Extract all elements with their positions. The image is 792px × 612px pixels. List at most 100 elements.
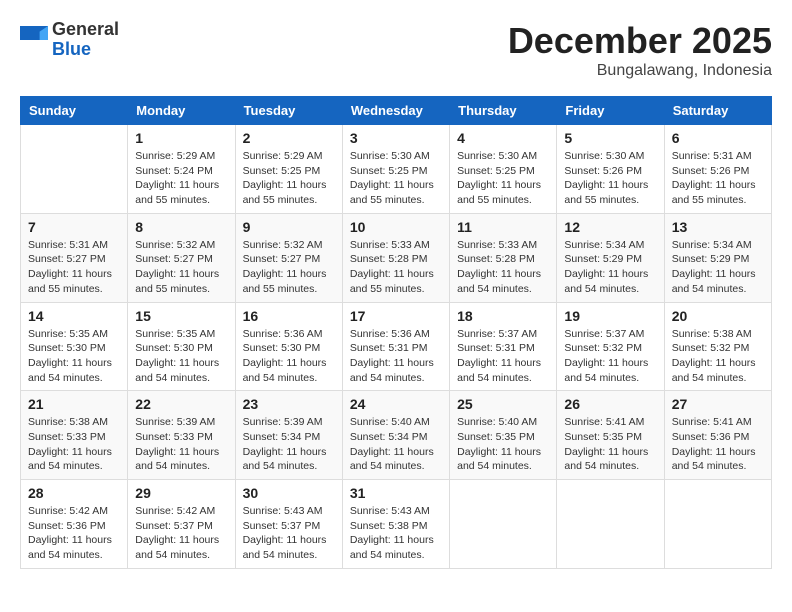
- day-info: Sunrise: 5:42 AM Sunset: 5:37 PM Dayligh…: [135, 504, 227, 563]
- day-number: 9: [243, 219, 335, 235]
- weekday-header: Tuesday: [235, 97, 342, 125]
- day-info: Sunrise: 5:43 AM Sunset: 5:37 PM Dayligh…: [243, 504, 335, 563]
- day-info: Sunrise: 5:37 AM Sunset: 5:31 PM Dayligh…: [457, 327, 549, 386]
- day-info: Sunrise: 5:42 AM Sunset: 5:36 PM Dayligh…: [28, 504, 120, 563]
- calendar-day-cell: [557, 480, 664, 569]
- day-info: Sunrise: 5:40 AM Sunset: 5:34 PM Dayligh…: [350, 415, 442, 474]
- weekday-header: Saturday: [664, 97, 771, 125]
- calendar-day-cell: 10 Sunrise: 5:33 AM Sunset: 5:28 PM Dayli…: [342, 213, 449, 302]
- day-number: 26: [564, 396, 656, 412]
- day-number: 14: [28, 308, 120, 324]
- calendar-day-cell: 2 Sunrise: 5:29 AM Sunset: 5:25 PM Daylig…: [235, 125, 342, 214]
- day-info: Sunrise: 5:41 AM Sunset: 5:36 PM Dayligh…: [672, 415, 764, 474]
- calendar-day-cell: 19Sunrise: 5:37 AM Sunset: 5:32 PM Dayli…: [557, 302, 664, 391]
- calendar-day-cell: [450, 480, 557, 569]
- calendar-day-cell: 23 Sunrise: 5:39 AM Sunset: 5:34 PM Dayli…: [235, 391, 342, 480]
- day-info: Sunrise: 5:38 AM Sunset: 5:33 PM Dayligh…: [28, 415, 120, 474]
- logo-blue-text: Blue: [52, 40, 119, 60]
- calendar-day-cell: 29 Sunrise: 5:42 AM Sunset: 5:37 PM Dayli…: [128, 480, 235, 569]
- day-number: 28: [28, 485, 120, 501]
- day-number: 31: [350, 485, 442, 501]
- day-info: Sunrise: 5:40 AM Sunset: 5:35 PM Dayligh…: [457, 415, 549, 474]
- logo-text: General Blue: [52, 20, 119, 60]
- day-number: 12: [564, 219, 656, 235]
- day-info: Sunrise: 5:35 AM Sunset: 5:30 PM Dayligh…: [28, 327, 120, 386]
- calendar-day-cell: [21, 125, 128, 214]
- calendar-day-cell: 6 Sunrise: 5:31 AM Sunset: 5:26 PM Daylig…: [664, 125, 771, 214]
- day-number: 20: [672, 308, 764, 324]
- day-number: 10: [350, 219, 442, 235]
- day-number: 23: [243, 396, 335, 412]
- day-info: Sunrise: 5:30 AM Sunset: 5:26 PM Dayligh…: [564, 149, 656, 208]
- calendar-day-cell: 7 Sunrise: 5:31 AM Sunset: 5:27 PM Daylig…: [21, 213, 128, 302]
- day-number: 2: [243, 130, 335, 146]
- calendar-header-row: SundayMondayTuesdayWednesdayThursdayFrid…: [21, 97, 772, 125]
- day-number: 7: [28, 219, 120, 235]
- day-info: Sunrise: 5:30 AM Sunset: 5:25 PM Dayligh…: [350, 149, 442, 208]
- day-number: 4: [457, 130, 549, 146]
- title-block: December 2025 Bungalawang, Indonesia: [508, 20, 772, 80]
- calendar-day-cell: 26 Sunrise: 5:41 AM Sunset: 5:35 PM Dayli…: [557, 391, 664, 480]
- calendar-week-row: 7 Sunrise: 5:31 AM Sunset: 5:27 PM Daylig…: [21, 213, 772, 302]
- weekday-header: Sunday: [21, 97, 128, 125]
- calendar-day-cell: 17Sunrise: 5:36 AM Sunset: 5:31 PM Dayli…: [342, 302, 449, 391]
- day-number: 3: [350, 130, 442, 146]
- day-info: Sunrise: 5:36 AM Sunset: 5:30 PM Dayligh…: [243, 327, 335, 386]
- location-subtitle: Bungalawang, Indonesia: [508, 62, 772, 80]
- day-info: Sunrise: 5:39 AM Sunset: 5:34 PM Dayligh…: [243, 415, 335, 474]
- day-number: 1: [135, 130, 227, 146]
- calendar-day-cell: 11 Sunrise: 5:33 AM Sunset: 5:28 PM Dayli…: [450, 213, 557, 302]
- calendar-day-cell: 24 Sunrise: 5:40 AM Sunset: 5:34 PM Dayli…: [342, 391, 449, 480]
- day-number: 24: [350, 396, 442, 412]
- logo: General Blue: [20, 20, 119, 60]
- day-info: Sunrise: 5:34 AM Sunset: 5:29 PM Dayligh…: [672, 238, 764, 297]
- calendar-day-cell: 22Sunrise: 5:39 AM Sunset: 5:33 PM Dayli…: [128, 391, 235, 480]
- day-info: Sunrise: 5:37 AM Sunset: 5:32 PM Dayligh…: [564, 327, 656, 386]
- day-info: Sunrise: 5:41 AM Sunset: 5:35 PM Dayligh…: [564, 415, 656, 474]
- day-info: Sunrise: 5:34 AM Sunset: 5:29 PM Dayligh…: [564, 238, 656, 297]
- day-info: Sunrise: 5:33 AM Sunset: 5:28 PM Dayligh…: [457, 238, 549, 297]
- day-info: Sunrise: 5:29 AM Sunset: 5:24 PM Dayligh…: [135, 149, 227, 208]
- day-info: Sunrise: 5:31 AM Sunset: 5:27 PM Dayligh…: [28, 238, 120, 297]
- calendar-day-cell: 3 Sunrise: 5:30 AM Sunset: 5:25 PM Daylig…: [342, 125, 449, 214]
- day-number: 13: [672, 219, 764, 235]
- day-info: Sunrise: 5:36 AM Sunset: 5:31 PM Dayligh…: [350, 327, 442, 386]
- weekday-header: Monday: [128, 97, 235, 125]
- calendar-day-cell: 18 Sunrise: 5:37 AM Sunset: 5:31 PM Dayli…: [450, 302, 557, 391]
- day-info: Sunrise: 5:32 AM Sunset: 5:27 PM Dayligh…: [135, 238, 227, 297]
- day-number: 21: [28, 396, 120, 412]
- day-number: 11: [457, 219, 549, 235]
- day-info: Sunrise: 5:35 AM Sunset: 5:30 PM Dayligh…: [135, 327, 227, 386]
- day-number: 29: [135, 485, 227, 501]
- day-info: Sunrise: 5:33 AM Sunset: 5:28 PM Dayligh…: [350, 238, 442, 297]
- day-number: 6: [672, 130, 764, 146]
- calendar-day-cell: 28 Sunrise: 5:42 AM Sunset: 5:36 PM Dayli…: [21, 480, 128, 569]
- calendar-week-row: 1 Sunrise: 5:29 AM Sunset: 5:24 PM Daylig…: [21, 125, 772, 214]
- day-number: 8: [135, 219, 227, 235]
- weekday-header: Friday: [557, 97, 664, 125]
- calendar-day-cell: 30Sunrise: 5:43 AM Sunset: 5:37 PM Dayli…: [235, 480, 342, 569]
- calendar-week-row: 14 Sunrise: 5:35 AM Sunset: 5:30 PM Dayli…: [21, 302, 772, 391]
- day-number: 15: [135, 308, 227, 324]
- calendar-day-cell: 31 Sunrise: 5:43 AM Sunset: 5:38 PM Dayli…: [342, 480, 449, 569]
- day-info: Sunrise: 5:32 AM Sunset: 5:27 PM Dayligh…: [243, 238, 335, 297]
- calendar-day-cell: 12 Sunrise: 5:34 AM Sunset: 5:29 PM Dayli…: [557, 213, 664, 302]
- calendar-day-cell: [664, 480, 771, 569]
- page-header: General Blue December 2025 Bungalawang, …: [20, 20, 772, 80]
- calendar-day-cell: 8 Sunrise: 5:32 AM Sunset: 5:27 PM Daylig…: [128, 213, 235, 302]
- calendar-day-cell: 20Sunrise: 5:38 AM Sunset: 5:32 PM Dayli…: [664, 302, 771, 391]
- calendar-day-cell: 25 Sunrise: 5:40 AM Sunset: 5:35 PM Dayli…: [450, 391, 557, 480]
- day-info: Sunrise: 5:43 AM Sunset: 5:38 PM Dayligh…: [350, 504, 442, 563]
- logo-icon: [20, 26, 48, 54]
- day-number: 25: [457, 396, 549, 412]
- day-number: 5: [564, 130, 656, 146]
- day-number: 18: [457, 308, 549, 324]
- calendar-day-cell: 21 Sunrise: 5:38 AM Sunset: 5:33 PM Dayli…: [21, 391, 128, 480]
- weekday-header: Wednesday: [342, 97, 449, 125]
- day-info: Sunrise: 5:29 AM Sunset: 5:25 PM Dayligh…: [243, 149, 335, 208]
- day-number: 22: [135, 396, 227, 412]
- calendar-table: SundayMondayTuesdayWednesdayThursdayFrid…: [20, 96, 772, 569]
- calendar-day-cell: 15 Sunrise: 5:35 AM Sunset: 5:30 PM Dayli…: [128, 302, 235, 391]
- day-info: Sunrise: 5:31 AM Sunset: 5:26 PM Dayligh…: [672, 149, 764, 208]
- day-info: Sunrise: 5:30 AM Sunset: 5:25 PM Dayligh…: [457, 149, 549, 208]
